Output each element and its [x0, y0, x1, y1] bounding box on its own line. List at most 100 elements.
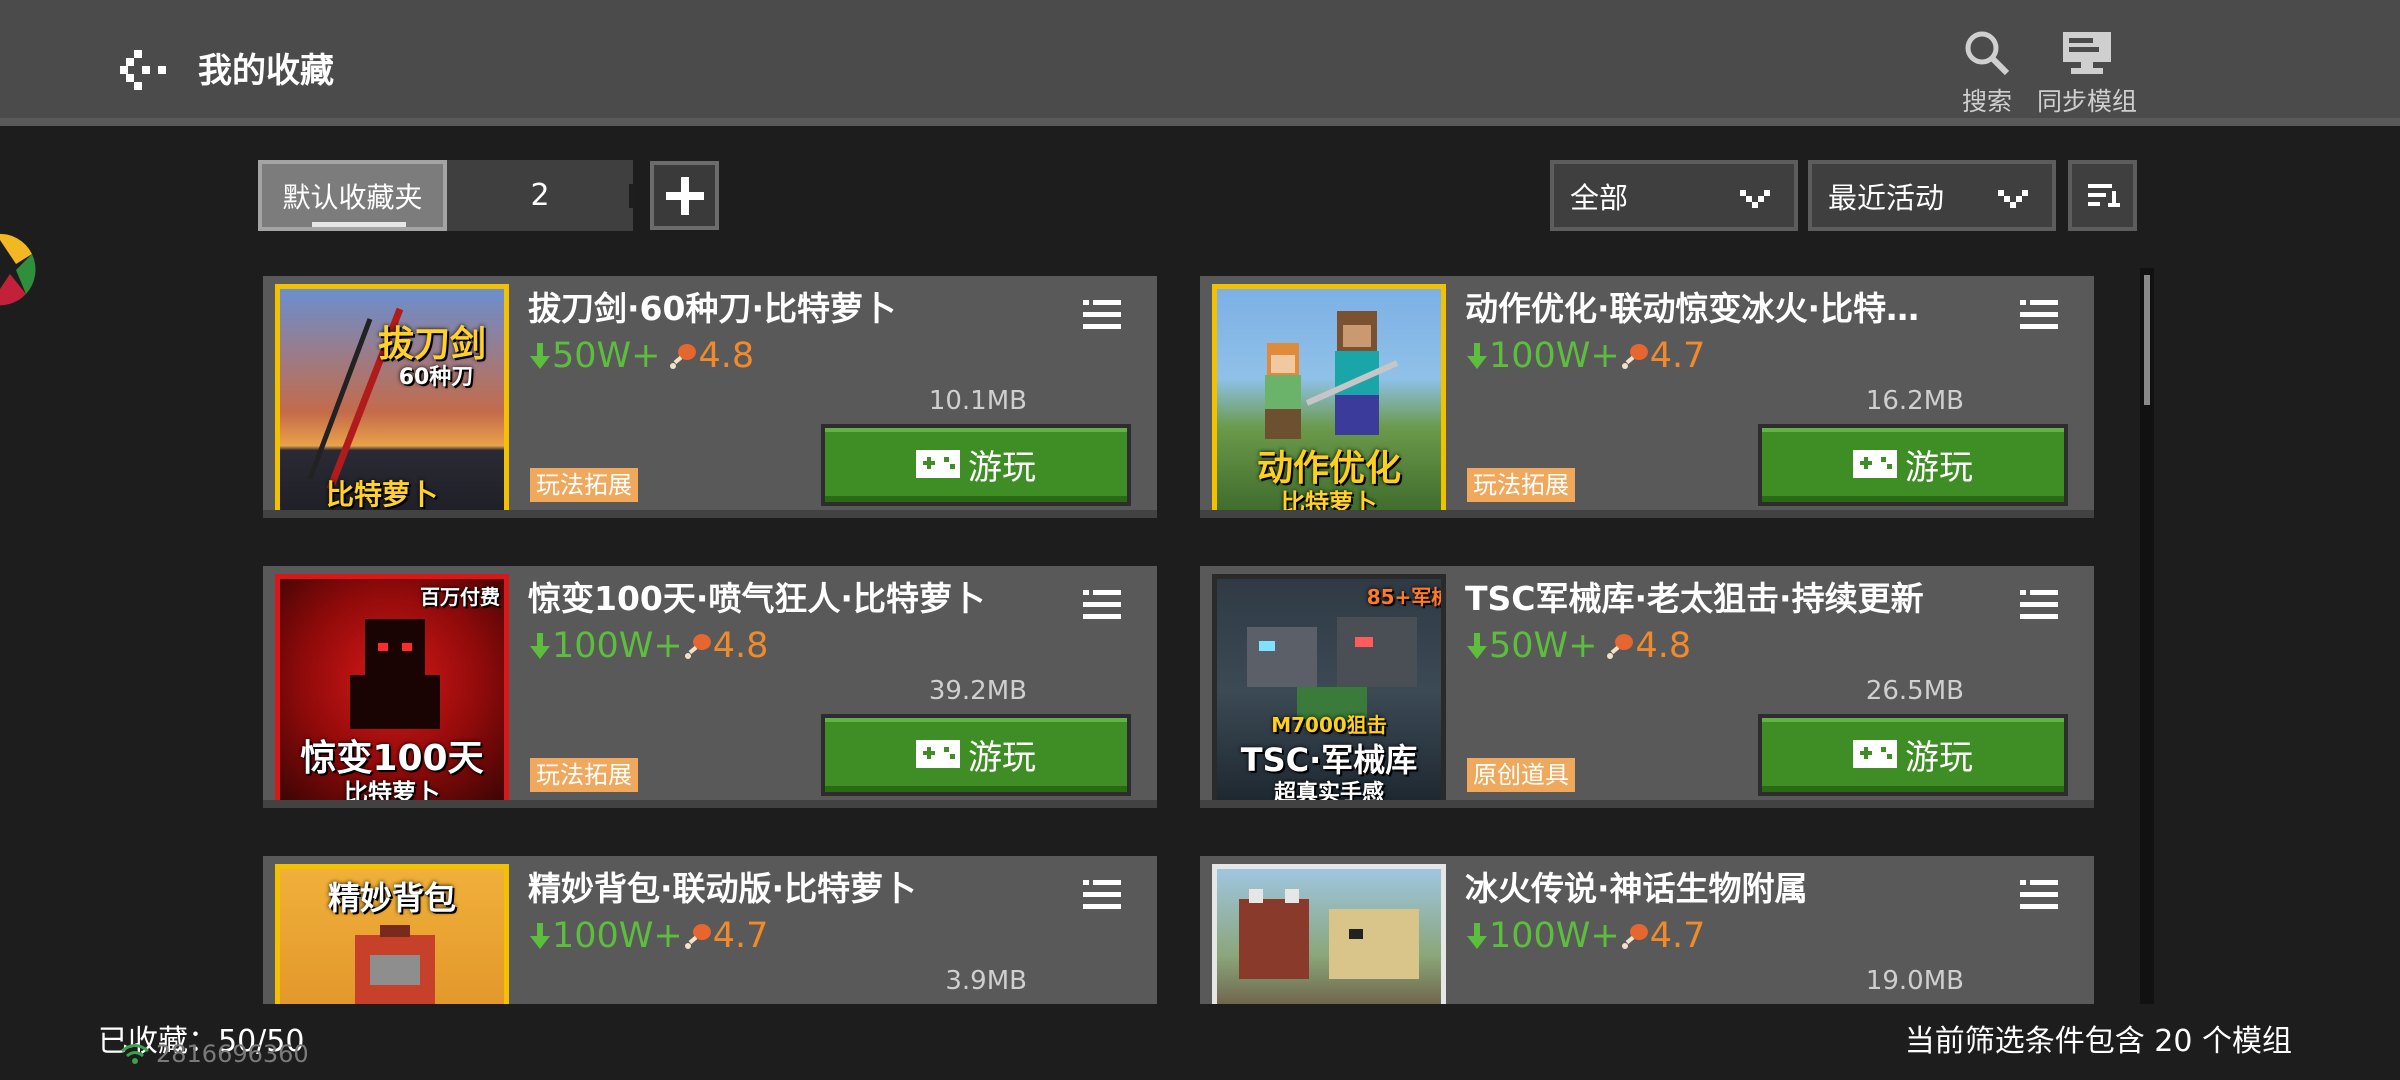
mod-title: TSC军械库·老太狙击·持续更新: [1465, 579, 1924, 618]
rating-value: 4.7: [712, 916, 769, 956]
sort-order-value: 最近活动: [1828, 180, 1945, 215]
mod-title: 拔刀剑·60种刀·比特萝卜: [528, 289, 896, 328]
play-label: 游玩: [1905, 447, 1973, 488]
favorite-folder-tab[interactable]: 默认收藏夹: [258, 160, 447, 231]
user-id-value: 2816696360: [156, 1040, 309, 1068]
thumbnail-brand: 比特萝卜: [325, 478, 438, 511]
download-arrow-icon: [530, 633, 550, 659]
download-count: 50W+: [1489, 626, 1598, 666]
card-menu-button[interactable]: [2020, 878, 2058, 914]
download-arrow-icon: [530, 343, 550, 369]
mod-card[interactable]: 百万付费 惊变100天 比特萝卜 惊变100天·喷气狂人·比特萝卜 100W+ …: [263, 566, 1157, 808]
card-menu-button[interactable]: [2020, 588, 2058, 624]
thumbnail-brand: 比特萝卜: [1281, 489, 1377, 517]
download-count: 100W+: [552, 626, 683, 666]
drumstick-icon: [670, 344, 697, 369]
play-button[interactable]: 游玩: [821, 424, 1131, 506]
thumbnail-badge: 百万付费: [420, 585, 500, 609]
file-size: 39.2MB: [928, 676, 1027, 706]
file-size: 16.2MB: [1865, 386, 1964, 416]
mod-thumbnail: 精妙背包: [275, 864, 509, 1004]
gamepad-icon: [1853, 450, 1897, 478]
mod-stats: 100W+ 4.8: [528, 626, 768, 666]
mod-card[interactable]: 85+军械 M7000狙击 TSC·军械库 超真实手感 TSC军械库·老太狙击·…: [1200, 566, 2094, 808]
category-tag: 玩法拓展: [530, 468, 638, 502]
top-app-bar: 我的收藏 搜索 同步模组: [0, 0, 2400, 126]
mod-card[interactable]: 动作优化 比特萝卜 动作优化·联动惊变冰火·比特… 100W+ 4.7 16.2…: [1200, 276, 2094, 518]
card-menu-button[interactable]: [1083, 298, 1121, 334]
card-menu-button[interactable]: [1083, 878, 1121, 914]
sync-mods-label: 同步模组: [2036, 87, 2137, 116]
play-button[interactable]: 游玩: [821, 714, 1131, 796]
mod-stats: 50W+ 4.8: [528, 336, 754, 376]
back-button[interactable]: [120, 46, 180, 96]
wifi-icon: [121, 1044, 149, 1064]
play-button[interactable]: 游玩: [1758, 424, 2068, 506]
mod-stats: 100W+ 4.7: [528, 916, 768, 956]
sync-mods-button[interactable]: 同步模组: [2032, 28, 2142, 118]
folder-count-value: 2: [530, 178, 550, 213]
play-button[interactable]: 游玩: [1758, 714, 2068, 796]
drumstick-icon: [1621, 344, 1648, 369]
card-menu-button[interactable]: [2020, 298, 2058, 334]
mod-card[interactable]: 拔刀剑 60种刀 比特萝卜 拔刀剑·60种刀·比特萝卜 50W+ 4.8 10.…: [263, 276, 1157, 518]
thumbnail-caption: M7000狙击: [1271, 713, 1387, 737]
drumstick-icon: [684, 634, 711, 659]
menu-icon: [1083, 880, 1121, 909]
mod-thumbnail: 85+军械 M7000狙击 TSC·军械库 超真实手感: [1212, 574, 1446, 806]
drumstick-icon: [1607, 634, 1634, 659]
page-title: 我的收藏: [198, 51, 334, 91]
gamepad-icon: [916, 450, 960, 478]
drumstick-icon: [684, 924, 711, 949]
rating-value: 4.8: [1635, 626, 1692, 666]
zombie-silhouette: [350, 619, 440, 729]
category-tag: 玩法拓展: [1467, 468, 1575, 502]
thumbnail-slogan: 超真实手感: [1273, 781, 1384, 806]
menu-icon: [1083, 590, 1121, 619]
plus-icon: [665, 176, 704, 215]
folder-name: 默认收藏夹: [282, 180, 423, 214]
mod-thumbnail: [1212, 864, 1446, 1004]
mod-title: 动作优化·联动惊变冰火·比特…: [1465, 289, 1920, 328]
download-arrow-icon: [530, 923, 550, 949]
user-id: 2816696360: [120, 1040, 309, 1068]
chevron-down-icon: [1740, 190, 1770, 208]
file-size: 19.0MB: [1865, 966, 1964, 996]
mod-stats: 100W+ 4.7: [1465, 336, 1705, 376]
mod-thumbnail: 百万付费 惊变100天 比特萝卜: [275, 574, 509, 807]
card-menu-button[interactable]: [1083, 588, 1121, 624]
download-count: 50W+: [552, 336, 661, 376]
add-folder-button[interactable]: [650, 161, 719, 230]
sort-direction-button[interactable]: [2068, 160, 2137, 231]
mod-stats: 50W+ 4.8: [1465, 626, 1691, 666]
category-filter-dropdown[interactable]: 全部: [1550, 160, 1798, 231]
mod-title: 惊变100天·喷气狂人·比特萝卜: [528, 579, 985, 618]
play-label: 游玩: [1905, 737, 1973, 778]
sort-icon: [2087, 183, 2120, 207]
mod-stats: 100W+ 4.7: [1465, 916, 1705, 956]
download-count: 100W+: [552, 916, 683, 956]
mod-thumbnail: 拔刀剑 60种刀 比特萝卜: [275, 284, 509, 511]
category-filter-value: 全部: [1570, 180, 1629, 215]
thumbnail-brand: 比特萝卜: [344, 779, 440, 807]
folder-count[interactable]: 2: [447, 160, 633, 231]
download-arrow-icon: [1467, 633, 1487, 659]
rating-value: 4.7: [1649, 336, 1706, 376]
play-label: 游玩: [968, 737, 1036, 778]
gamepad-icon: [1853, 740, 1897, 768]
drumstick-icon: [1621, 924, 1648, 949]
character-illustration: [1265, 311, 1399, 439]
mod-card[interactable]: 冰火传说·神话生物附属 100W+ 4.7 19.0MB: [1200, 856, 2094, 1004]
sync-monitor-icon: [2063, 32, 2111, 74]
mod-card[interactable]: 精妙背包 精妙背包·联动版·比特萝卜 100W+ 4.7 3.9MB: [263, 856, 1157, 1004]
gamepad-icon: [916, 740, 960, 768]
download-arrow-icon: [1467, 923, 1487, 949]
download-arrow-icon: [1467, 343, 1487, 369]
search-label: 搜索: [1961, 87, 2012, 116]
menu-icon: [2020, 880, 2058, 909]
creatures-illustration: [1239, 889, 1419, 979]
sort-order-dropdown[interactable]: 最近活动: [1808, 160, 2056, 231]
download-count: 100W+: [1489, 916, 1620, 956]
scrollbar-thumb[interactable]: [2144, 275, 2150, 405]
search-button[interactable]: 搜索: [1955, 28, 2019, 118]
